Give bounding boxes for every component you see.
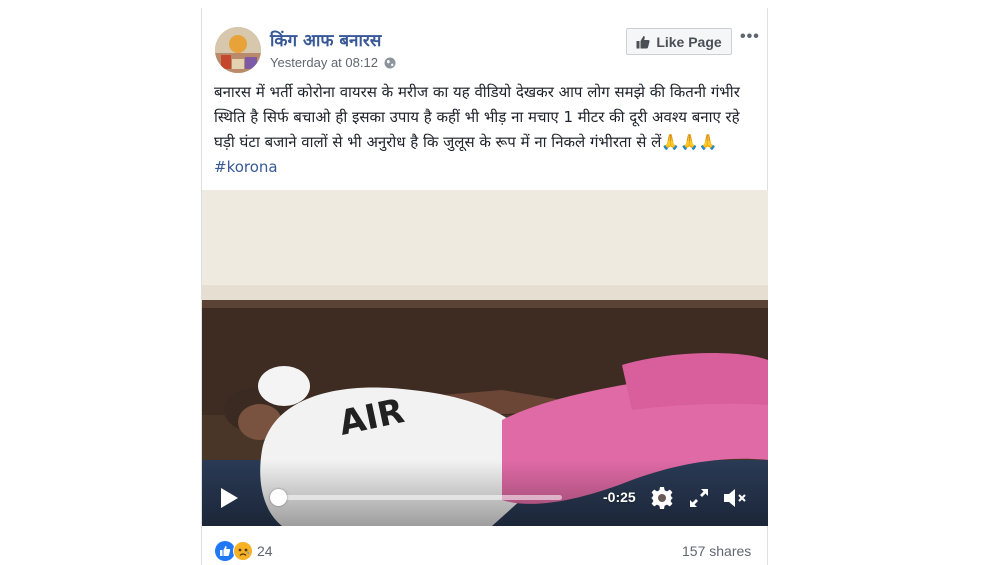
muted-speaker-icon[interactable]	[722, 486, 748, 510]
progress-scrubber[interactable]	[269, 489, 287, 506]
gear-icon[interactable]	[650, 486, 674, 510]
reaction-count: 24	[257, 543, 273, 559]
video-frame: AIR	[202, 190, 768, 526]
like-icon	[215, 541, 235, 561]
video-progress-bar[interactable]	[272, 495, 562, 500]
page-avatar[interactable]	[215, 27, 261, 73]
globe-icon	[384, 57, 396, 68]
play-icon[interactable]	[219, 487, 239, 509]
like-page-button[interactable]: Like Page	[626, 28, 732, 55]
timestamp-text[interactable]: Yesterday at 08:12	[270, 55, 378, 70]
page-name-link[interactable]: किंग आफ बनारस	[270, 28, 381, 51]
avatar-image	[215, 27, 261, 73]
hashtag-link[interactable]: #korona	[214, 158, 278, 176]
time-remaining: -0:25	[603, 489, 636, 505]
sad-icon	[233, 541, 253, 561]
post-timestamp: Yesterday at 08:12	[270, 55, 396, 70]
like-page-label: Like Page	[656, 33, 722, 50]
shares-count[interactable]: 157 shares	[682, 543, 751, 559]
more-options-button[interactable]: •••	[740, 29, 762, 45]
fullscreen-icon[interactable]	[688, 487, 710, 509]
post-message-text: बनारस में भर्ती कोरोना वायरस के मरीज का …	[214, 83, 740, 151]
post-message: बनारस में भर्ती कोरोना वायरस के मरीज का …	[214, 80, 762, 180]
reactions-summary[interactable]: 24	[215, 541, 273, 561]
video-player[interactable]: AIR	[202, 190, 768, 526]
thumbs-up-icon	[636, 35, 650, 48]
